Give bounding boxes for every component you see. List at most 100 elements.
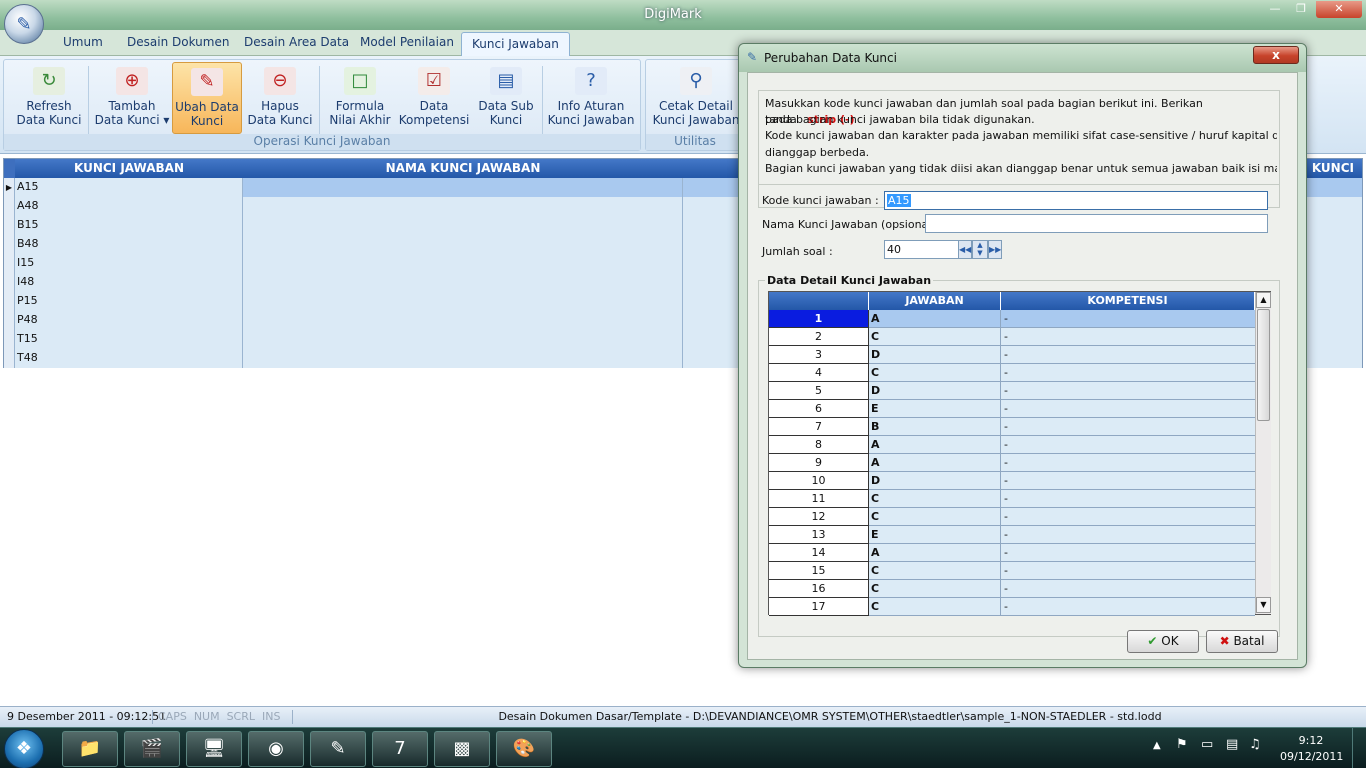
soal-number-cell[interactable]: 1 [769,310,869,328]
tab-model-penilaian[interactable]: Model Penilaian [360,35,454,49]
soal-number-cell[interactable]: 17 [769,598,869,616]
row-selector[interactable] [4,235,15,254]
tab-kunci-jawaban[interactable]: Kunci Jawaban [461,32,570,57]
kompetensi-cell[interactable]: - [1001,544,1255,562]
kompetensi-cell[interactable]: - [1001,598,1255,616]
kunci-jawaban-cell[interactable]: A48 [15,197,243,216]
dialog-close-button[interactable]: x [1253,46,1299,64]
soal-number-cell[interactable]: 2 [769,328,869,346]
jawaban-cell[interactable]: A [869,436,1001,454]
kompetensi-cell[interactable]: - [1001,580,1255,598]
kompetensi-cell[interactable]: - [1001,508,1255,526]
data-sub-kunci-button[interactable]: ▤ Data Sub Kunci [474,62,538,134]
nama-kunci-cell[interactable] [243,292,683,311]
kunci-jawaban-cell[interactable]: B48 [15,235,243,254]
kunci-jawaban-cell[interactable]: T48 [15,349,243,368]
row-selector[interactable] [4,349,15,368]
last-icon[interactable]: ▶▶ [988,240,1002,259]
show-desktop-button[interactable] [1352,728,1366,768]
soal-number-cell[interactable]: 13 [769,526,869,544]
jawaban-cell[interactable]: D [869,346,1001,364]
kompetensi-cell[interactable]: - [1001,490,1255,508]
kompetensi-cell[interactable]: - [1001,382,1255,400]
soal-number-cell[interactable]: 14 [769,544,869,562]
jawaban-cell[interactable]: C [869,580,1001,598]
nama-kunci-cell[interactable] [243,216,683,235]
nama-kunci-cell[interactable] [243,197,683,216]
jawaban-cell[interactable]: E [869,400,1001,418]
soal-number-cell[interactable]: 12 [769,508,869,526]
detail-row[interactable]: 17 C - [769,598,1255,616]
nama-kunci-cell[interactable] [243,254,683,273]
tray-expand-icon[interactable]: ▲ [1153,740,1161,751]
detail-row[interactable]: 7B- [769,418,1255,436]
kunci-jawaban-cell[interactable]: P48 [15,311,243,330]
detail-row[interactable]: 15 C - [769,562,1255,580]
cetak-detail-kunci-button[interactable]: ⚲ Cetak Detail Kunci Jawaban [650,62,742,134]
tab-umum[interactable]: Umum [63,35,103,49]
kunci-jawaban-cell[interactable]: T15 [15,330,243,349]
detail-row[interactable]: 2C- [769,328,1255,346]
scroll-up-icon[interactable]: ▲ [1256,292,1271,308]
first-icon[interactable]: ◀◀ [958,240,972,259]
formula-nilai-akhir-button[interactable]: □ Formula Nilai Akhir [324,62,396,134]
jawaban-cell[interactable]: C [869,328,1001,346]
row-selector[interactable] [4,197,15,216]
batal-button[interactable]: ✖ Batal [1206,630,1278,653]
scroll-down-icon[interactable]: ▼ [1256,597,1271,613]
jumlah-soal-input[interactable]: 40 [884,240,962,259]
chrome-taskbar-button[interactable]: ◉ [248,731,304,767]
row-selector[interactable] [4,254,15,273]
network-icon[interactable]: ▤ [1226,737,1238,752]
jawaban-cell[interactable]: B [869,418,1001,436]
kompetensi-cell[interactable]: - [1001,562,1255,580]
soal-number-cell[interactable]: 8 [769,436,869,454]
jawaban-cell[interactable]: C [869,598,1001,616]
header-kunci-jawaban[interactable]: KUNCI JAWABAN [15,159,243,178]
ok-button[interactable]: ✔ OK [1127,630,1199,653]
scroll-thumb[interactable] [1257,309,1270,421]
maximize-button[interactable]: ❐ [1288,1,1314,18]
kompetensi-cell[interactable]: - [1001,400,1255,418]
jawaban-cell[interactable]: C [869,364,1001,382]
app-taskbar-button-2[interactable]: 7 [372,731,428,767]
detail-header-jawaban[interactable]: JAWABAN [869,292,1001,310]
app-menu-orb[interactable]: ✎ [4,4,44,44]
row-selector[interactable] [4,273,15,292]
data-kompetensi-button[interactable]: ☑ Data Kompetensi [398,62,470,134]
kompetensi-cell[interactable]: - [1001,364,1255,382]
volume-icon[interactable]: ♫ [1249,737,1261,752]
app-taskbar-button-1[interactable]: ✎ [310,731,366,767]
detail-row[interactable]: 3D- [769,346,1255,364]
nama-kunci-cell[interactable] [243,235,683,254]
detail-header-kompetensi[interactable]: KOMPETENSI [1001,292,1255,310]
kompetensi-cell[interactable]: - [1001,436,1255,454]
nama-kunci-cell[interactable] [243,273,683,292]
detail-row[interactable]: 16 C - [769,580,1255,598]
kode-kunci-input[interactable]: A15 [884,191,1268,210]
kompetensi-cell[interactable]: - [1001,328,1255,346]
detail-row[interactable]: 4C- [769,364,1255,382]
detail-row[interactable]: 10 D - [769,472,1255,490]
detail-row[interactable]: 5D- [769,382,1255,400]
jawaban-cell[interactable]: C [869,508,1001,526]
kompetensi-cell[interactable]: - [1001,526,1255,544]
nama-kunci-input[interactable] [925,214,1268,233]
header-nama-kunci-jawaban[interactable]: NAMA KUNCI JAWABAN [243,159,683,178]
refresh-data-kunci-button[interactable]: ↻ Refresh Data Kunci [12,62,86,134]
explorer-taskbar-button[interactable]: 📁 [62,731,118,767]
jawaban-cell[interactable]: A [869,454,1001,472]
kunci-jawaban-cell[interactable]: I15 [15,254,243,273]
nama-kunci-cell[interactable] [243,311,683,330]
detail-row[interactable]: 6E- [769,400,1255,418]
soal-number-cell[interactable]: 3 [769,346,869,364]
row-selector[interactable] [4,216,15,235]
kompetensi-cell[interactable]: - [1001,472,1255,490]
clock-date[interactable]: 09/12/2011 [1280,750,1343,763]
tab-desain-dokumen[interactable]: Desain Dokumen [127,35,229,49]
media-taskbar-button[interactable]: 🎬 [124,731,180,767]
jawaban-cell[interactable]: D [869,472,1001,490]
digimark-taskbar-button[interactable]: ▩ [434,731,490,767]
jawaban-cell[interactable]: A [869,310,1001,328]
nama-kunci-cell[interactable] [243,178,683,197]
